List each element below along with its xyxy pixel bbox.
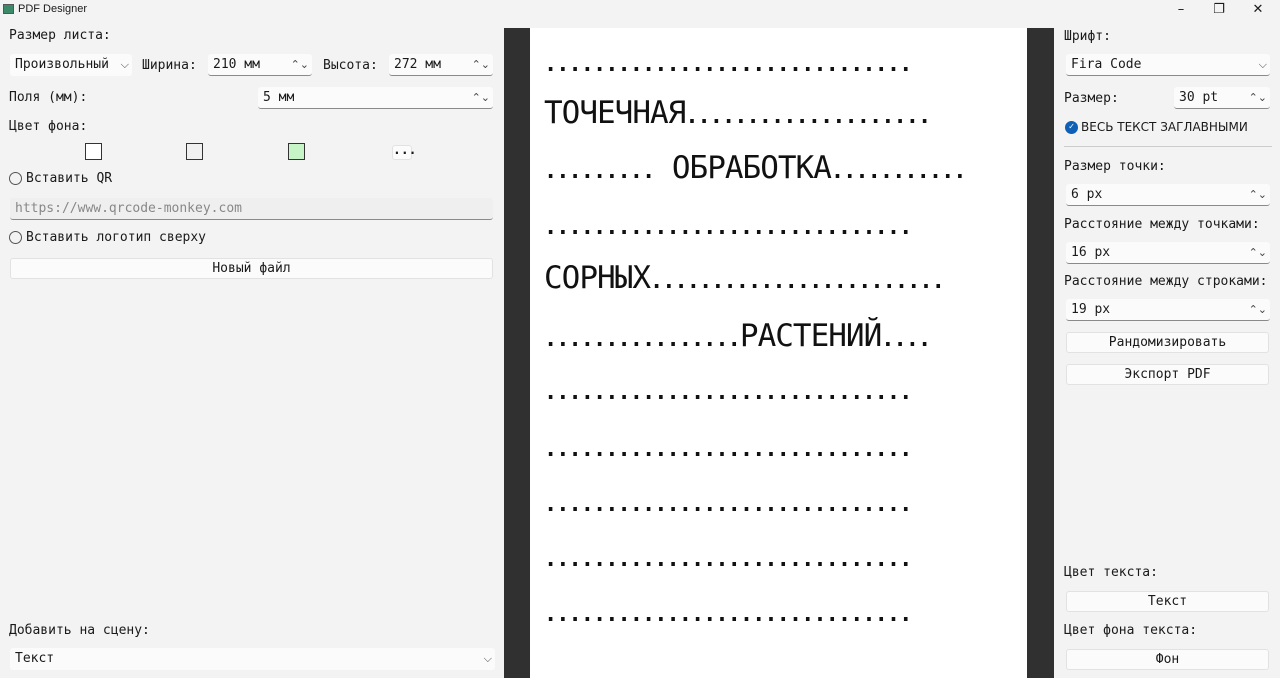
dot-run: ..............................	[544, 380, 912, 405]
size-value: 30 pt	[1179, 90, 1219, 105]
preview-word: РАСТЕНИЙ	[739, 318, 882, 354]
dot-spacing-spinbox[interactable]: 16 px ⌃⌄	[1066, 242, 1270, 264]
randomize-button[interactable]: Рандомизировать	[1066, 332, 1269, 353]
window-title: PDF Designer	[18, 3, 88, 15]
preview-word: ОБРАБОТКА	[654, 150, 832, 186]
preview-row: ..............................	[544, 492, 1024, 517]
dot-size-value: 6 px	[1071, 187, 1103, 202]
more-colors-button[interactable]: ...	[392, 144, 416, 160]
height-value: 272 мм	[394, 57, 441, 72]
chevron-down-icon: ⌵	[1258, 58, 1267, 71]
spin-arrows-icon[interactable]: ⌃⌄	[472, 87, 490, 109]
preview-row: ..............................	[544, 602, 1024, 627]
width-label: Ширина:	[142, 58, 197, 73]
font-value: Fira Code	[1071, 57, 1142, 72]
insert-logo-label: Вставить логотип сверху	[26, 230, 207, 245]
text-bg-button[interactable]: Фон	[1066, 649, 1269, 670]
export-pdf-button[interactable]: Экспорт PDF	[1066, 364, 1269, 385]
add-to-scene-value: Текст	[15, 651, 55, 666]
sheet-preset-value: Произвольный	[15, 57, 109, 72]
dot-run: ................	[544, 327, 741, 352]
preview-word: СОРНЫХ	[544, 260, 651, 296]
font-select[interactable]: Fira Code ⌵	[1066, 54, 1270, 76]
dot-run: ...........	[830, 159, 967, 184]
dot-run: ..............................	[544, 215, 912, 240]
sheet-preset-select[interactable]: Произвольный ⌵	[10, 54, 132, 76]
uppercase-checkbox[interactable]: ✓	[1065, 121, 1078, 134]
app-icon	[3, 4, 14, 14]
width-spinbox[interactable]: 210 мм ⌃⌄	[208, 54, 312, 76]
line-spacing-spinbox[interactable]: 19 px ⌃⌄	[1066, 299, 1270, 321]
dot-run: ..............................	[544, 492, 912, 517]
chevron-down-icon: ⌵	[483, 652, 492, 665]
spin-arrows-icon[interactable]: ⌃⌄	[472, 54, 490, 76]
preview-row: ТОЧЕЧНАЯ....................	[544, 95, 1024, 131]
dot-size-spinbox[interactable]: 6 px ⌃⌄	[1066, 184, 1270, 206]
size-label: Размер:	[1064, 91, 1119, 106]
dot-spacing-value: 16 px	[1071, 245, 1111, 260]
dot-run: ....	[881, 327, 931, 352]
preview-row: ..............................	[544, 215, 1024, 240]
spin-arrows-icon[interactable]: ⌃⌄	[1249, 242, 1267, 264]
spin-arrows-icon[interactable]: ⌃⌄	[1249, 184, 1267, 206]
uppercase-label: ВЕСЬ ТЕКСТ ЗАГЛАВНЫМИ	[1081, 120, 1248, 134]
insert-qr-label: Вставить QR	[26, 171, 113, 186]
qr-url-input[interactable]: https://www.qrcode-monkey.com	[10, 198, 493, 220]
spin-arrows-icon[interactable]: ⌃⌄	[1249, 299, 1267, 321]
divider	[1064, 146, 1272, 147]
dot-run: .........	[544, 159, 655, 184]
new-file-button[interactable]: Новый файл	[10, 258, 493, 279]
spin-arrows-icon[interactable]: ⌃⌄	[1249, 87, 1267, 109]
insert-qr-checkbox[interactable]	[9, 172, 22, 185]
height-spinbox[interactable]: 272 мм ⌃⌄	[389, 54, 493, 76]
margins-spinbox[interactable]: 5 мм ⌃⌄	[258, 87, 493, 109]
dot-size-label: Размер точки:	[1064, 159, 1166, 174]
preview-row: ..............................	[544, 380, 1024, 405]
font-label: Шрифт:	[1064, 29, 1111, 44]
dot-run: ..............................	[544, 602, 912, 627]
preview-row: ................РАСТЕНИЙ....	[544, 318, 1024, 354]
dot-run: ..............................	[544, 547, 912, 572]
text-color-label: Цвет текста:	[1064, 565, 1158, 580]
preview-row: СОРНЫХ........................	[544, 260, 1024, 296]
dot-run: ..............................	[544, 437, 912, 462]
bg-color-label: Цвет фона:	[9, 119, 88, 134]
margins-value: 5 мм	[263, 90, 295, 105]
line-spacing-label: Расстояние между строками:	[1064, 274, 1268, 289]
add-to-scene-label: Добавить на сцену:	[9, 623, 150, 638]
bg-swatch-green[interactable]	[288, 143, 305, 160]
dot-spacing-label: Расстояние между точками:	[1064, 217, 1260, 232]
preview-row: ......... ОБРАБОТКА...........	[544, 150, 1024, 186]
spin-arrows-icon[interactable]: ⌃⌄	[291, 54, 309, 76]
close-button[interactable]: ✕	[1238, 0, 1278, 20]
preview-row: ..............................	[544, 547, 1024, 572]
bg-swatch-white[interactable]	[85, 143, 102, 160]
insert-logo-checkbox[interactable]	[9, 231, 22, 244]
preview-row: ..............................	[544, 437, 1024, 462]
dot-run: ........................	[649, 269, 945, 294]
chevron-down-icon: ⌵	[120, 58, 129, 71]
text-bg-label: Цвет фона текста:	[1064, 623, 1198, 638]
line-spacing-value: 19 px	[1071, 302, 1111, 317]
dot-run: ....................	[685, 104, 931, 129]
bg-swatch-gray[interactable]	[186, 143, 203, 160]
size-spinbox[interactable]: 30 pt ⌃⌄	[1174, 87, 1270, 109]
height-label: Высота:	[323, 58, 378, 73]
width-value: 210 мм	[213, 57, 260, 72]
dot-run: ..............................	[544, 52, 912, 77]
minimize-button[interactable]: –	[1161, 0, 1201, 20]
add-to-scene-select[interactable]: Текст ⌵	[10, 648, 495, 670]
sheet-size-label: Размер листа:	[9, 28, 111, 43]
preview-row: ..............................	[544, 52, 1024, 77]
preview-word: ТОЧЕЧНАЯ	[544, 95, 686, 131]
restore-button[interactable]: ❐	[1199, 0, 1239, 20]
margins-label: Поля (мм):	[9, 90, 88, 105]
text-color-button[interactable]: Текст	[1066, 591, 1269, 612]
